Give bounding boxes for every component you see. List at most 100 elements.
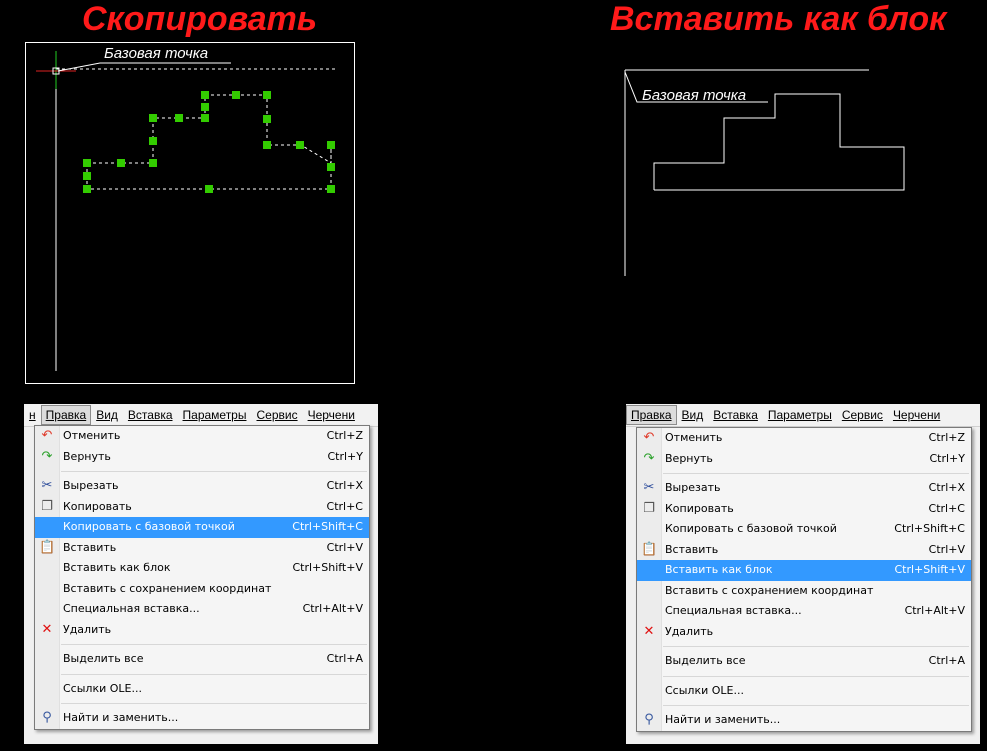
menu-item-специальная-вставка[interactable]: Специальная вставка... Ctrl+Alt+V: [637, 601, 971, 622]
menu-item-label: Удалить: [665, 624, 714, 638]
menu-item-выделить-все[interactable]: Выделить все Ctrl+A: [35, 649, 369, 670]
menu-separator: [663, 705, 969, 706]
menu-item-вставить-с-сохранением-координат[interactable]: Вставить с сохранением координат: [637, 581, 971, 602]
menu-item-вставить-как-блок[interactable]: Вставить как блок Ctrl+Shift+V: [637, 560, 971, 581]
menubar-item[interactable]: Вставка: [123, 405, 178, 425]
menubar-item[interactable]: Вид: [677, 405, 709, 425]
menu-item-label: Вставить как блок: [63, 561, 171, 574]
menu-item-ссылки-ole[interactable]: Ссылки OLE...: [35, 679, 369, 700]
menu-item-shortcut: Ctrl+Y: [929, 451, 965, 465]
grip: [201, 91, 209, 99]
menu-bar-right: Правка Вид Вставка Параметры Сервис Черчени: [626, 404, 980, 427]
grip: [117, 159, 125, 167]
menu-item-label: Отменить: [665, 431, 723, 444]
menubar-item[interactable]: Параметры: [178, 405, 252, 425]
grip: [149, 159, 157, 167]
menu-item-копировать[interactable]: ❐ Копировать Ctrl+C: [637, 499, 971, 520]
menu-bar-left: н Правка Вид Вставка Параметры Сервис Черчени: [24, 404, 378, 427]
menu-item-label: Удалить: [63, 622, 112, 636]
menu-item-label: Вставить с сохранением координат: [63, 581, 272, 595]
menu-item-shortcut: Ctrl+A: [928, 654, 965, 667]
leader-line: [57, 62, 231, 72]
menu-item-shortcut: Ctrl+Alt+V: [302, 602, 363, 615]
menu-item-найти-и-заменить[interactable]: ⚲ Найти и заменить...: [35, 708, 369, 729]
menu-item-удалить[interactable]: ✕ Удалить: [35, 620, 369, 641]
menu-item-shortcut: Ctrl+Z: [928, 431, 965, 444]
base-point-label: Базовая точка: [642, 87, 746, 104]
menu-item-shortcut: Ctrl+Z: [326, 429, 363, 442]
menubar-item[interactable]: Черчени: [303, 405, 360, 425]
menubar-item[interactable]: Сервис: [837, 405, 888, 425]
edit-menu-dropdown-right: ↶ Отменить Ctrl+Z ↷ Вернуть Ctrl+Y ✂ Вырезать Ct…: [636, 427, 972, 732]
redo-icon: ↷: [643, 450, 655, 466]
edit-menu-dropdown-left: ↶ Отменить Ctrl+Z ↷ Вернуть Ctrl+Y ✂ Вырезать Ct…: [34, 425, 370, 730]
drawing-viewport-paste-block[interactable]: Базовая точка: [620, 60, 920, 280]
grip: [296, 141, 304, 149]
drawing-viewport-copy[interactable]: Базовая точка: [25, 42, 355, 384]
menubar-item[interactable]: Правка: [626, 405, 677, 425]
menu-item-найти-и-заменить[interactable]: ⚲ Найти и заменить...: [637, 710, 971, 731]
menu-item-вставить[interactable]: 📋 Вставить Ctrl+V: [637, 540, 971, 561]
menu-item-shortcut: Ctrl+Y: [327, 449, 363, 463]
menu-separator: [663, 675, 969, 677]
menu-item-label: Ссылки OLE...: [665, 683, 744, 697]
menu-item-label: Копировать с базовой точкой: [665, 522, 837, 535]
grip: [83, 185, 91, 193]
drawing-copy: Базовая точка: [36, 45, 336, 371]
menu-item-вставить[interactable]: 📋 Вставить Ctrl+V: [35, 538, 369, 559]
grip: [327, 163, 335, 171]
menu-item-label: Вырезать: [665, 481, 721, 494]
menu-separator: [61, 703, 367, 704]
base-point-label: Базовая точка: [104, 45, 208, 62]
cut-icon: ✂: [643, 480, 655, 495]
undo-icon: ↶: [41, 428, 53, 443]
menu-item-label: Отменить: [63, 429, 121, 442]
menu-item-специальная-вставка[interactable]: Специальная вставка... Ctrl+Alt+V: [35, 599, 369, 620]
menu-item-shortcut: Ctrl+V: [928, 542, 965, 556]
menu-item-shortcut: Ctrl+C: [928, 501, 965, 515]
menu-item-копировать[interactable]: ❐ Копировать Ctrl+C: [35, 497, 369, 518]
menu-item-копировать-с-базовой-точкой[interactable]: Копировать с базовой точкой Ctrl+Shift+C: [637, 519, 971, 540]
menu-separator: [61, 673, 367, 675]
menubar-item[interactable]: Сервис: [251, 405, 302, 425]
menubar-item[interactable]: Вид: [91, 405, 123, 425]
menu-item-отменить[interactable]: ↶ Отменить Ctrl+Z: [637, 428, 971, 449]
undo-icon: ↶: [643, 430, 655, 445]
menu-item-вырезать[interactable]: ✂ Вырезать Ctrl+X: [637, 478, 971, 499]
paste-icon: 📋: [641, 541, 658, 557]
menu-item-вырезать[interactable]: ✂ Вырезать Ctrl+X: [35, 476, 369, 497]
menu-item-вставить-как-блок[interactable]: Вставить как блок Ctrl+Shift+V: [35, 558, 369, 579]
menu-item-вставить-с-сохранением-координат[interactable]: Вставить с сохранением координат: [35, 579, 369, 600]
menu-item-label: Найти и заменить...: [63, 711, 179, 724]
menu-item-выделить-все[interactable]: Выделить все Ctrl+A: [637, 651, 971, 672]
find-icon: ⚲: [644, 712, 654, 727]
menubar-item[interactable]: Вставка: [708, 405, 763, 425]
block-outline: [653, 93, 905, 191]
copy-icon: ❐: [643, 500, 655, 516]
grip: [149, 114, 157, 122]
menubar-item[interactable]: Параметры: [763, 405, 837, 425]
menu-item-label: Вставить: [63, 540, 117, 554]
menu-item-ссылки-ole[interactable]: Ссылки OLE...: [637, 681, 971, 702]
delete-icon: ✕: [41, 621, 53, 637]
menu-item-вернуть[interactable]: ↷ Вернуть Ctrl+Y: [35, 447, 369, 468]
drawing-paste-block: Базовая точка: [624, 69, 905, 276]
grip: [327, 185, 335, 193]
menu-item-label: Вернуть: [665, 451, 713, 465]
grip: [327, 141, 335, 149]
menu-item-копировать-с-базовой-точкой[interactable]: Копировать с базовой точкой Ctrl+Shift+C: [35, 517, 369, 538]
grip: [83, 159, 91, 167]
menu-item-отменить[interactable]: ↶ Отменить Ctrl+Z: [35, 426, 369, 447]
menubar-item[interactable]: Черчени: [888, 405, 945, 425]
grip: [263, 141, 271, 149]
grip: [263, 91, 271, 99]
menu-item-вернуть[interactable]: ↷ Вернуть Ctrl+Y: [637, 449, 971, 470]
menubar-item[interactable]: Правка: [40, 405, 92, 425]
menu-item-shortcut: Ctrl+Alt+V: [904, 604, 965, 617]
menu-item-label: Ссылки OLE...: [63, 681, 142, 695]
menu-item-удалить[interactable]: ✕ Удалить: [637, 622, 971, 643]
menu-item-label: Копировать: [63, 499, 132, 513]
menubar-item[interactable]: н: [24, 405, 41, 425]
menu-item-label: Найти и заменить...: [665, 713, 781, 726]
grip-points: [83, 91, 335, 193]
